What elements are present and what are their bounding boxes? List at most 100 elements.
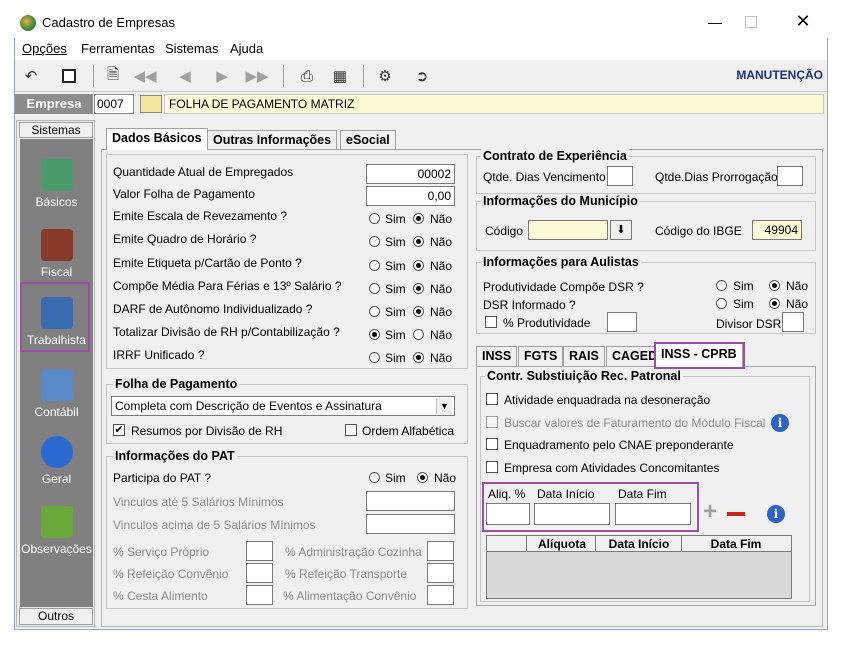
dados-row-nao-radio[interactable] <box>413 329 424 340</box>
buscar-faturamento-checkbox[interactable] <box>486 416 498 428</box>
cnae-checkbox[interactable] <box>486 438 498 450</box>
dados-row-nao-radio[interactable] <box>413 236 424 247</box>
grid-col-data-inicio[interactable]: Data Início <box>597 537 681 551</box>
print-icon[interactable]: ⎙ <box>297 66 317 86</box>
dados-row-sim-radio[interactable] <box>369 329 380 340</box>
perc-input[interactable] <box>607 312 637 332</box>
dados-row-sim-label: Sim <box>385 282 406 296</box>
resumos-checkbox[interactable]: ✔ <box>113 424 125 436</box>
admin-input[interactable] <box>427 541 454 561</box>
dsr-sim-radio[interactable] <box>716 280 727 291</box>
dados-row-nao-radio[interactable] <box>413 283 424 294</box>
desoneracao-checkbox[interactable] <box>486 393 498 405</box>
tab-dados-basicos[interactable]: Dados Básicos <box>106 128 208 150</box>
subtab-fgts[interactable]: FGTS <box>518 346 564 366</box>
dados-row-sim-radio[interactable] <box>369 213 380 224</box>
remove-icon[interactable] <box>727 512 745 516</box>
close-button[interactable]: ✕ <box>788 11 818 33</box>
menu-opcoes[interactable]: Opções <box>22 41 67 56</box>
sidebar: Sistemas Básicos Fiscal Trabalhista Cont… <box>16 120 95 627</box>
pat-nao-label: Não <box>434 471 457 485</box>
dados-row-nao-radio[interactable] <box>413 213 424 224</box>
sidebar-item-observacoes[interactable]: Observações <box>20 506 93 556</box>
report-icon[interactable]: ▦ <box>330 66 350 86</box>
add-icon[interactable]: + <box>703 500 717 524</box>
menu-sistemas[interactable]: Sistemas <box>165 41 218 56</box>
reftrans-input[interactable] <box>427 563 454 583</box>
sidebar-item-basicos[interactable]: Básicos <box>20 159 93 209</box>
vinc5p-input[interactable] <box>366 514 455 534</box>
grid-col-data-fim[interactable]: Data Fim <box>683 537 789 551</box>
data-fim-input[interactable] <box>615 503 691 525</box>
divisor-input[interactable] <box>782 312 804 332</box>
sidebar-item-geral[interactable]: Geral <box>20 436 93 486</box>
venc-input[interactable] <box>607 166 633 186</box>
divisor-label: Divisor DSR <box>716 317 782 331</box>
chevron-down-icon[interactable]: ▼ <box>436 398 452 414</box>
open-folder-icon[interactable] <box>140 95 162 113</box>
aliq-input[interactable] <box>486 503 530 525</box>
maximize-button[interactable] <box>745 16 757 28</box>
sidebar-footer[interactable]: Outros <box>19 608 93 625</box>
grid-col-aliquota[interactable]: Alíquota <box>529 537 595 551</box>
dsr-nao-radio[interactable] <box>769 280 780 291</box>
save-icon[interactable] <box>59 66 79 86</box>
subtab-rais[interactable]: RAIS <box>563 346 605 366</box>
dados-row-sim-radio[interactable] <box>369 306 380 317</box>
dados-row-nao-radio[interactable] <box>413 352 424 363</box>
codigo-input[interactable] <box>528 220 608 240</box>
refconv-input[interactable] <box>246 563 273 583</box>
prorr-input[interactable] <box>777 166 803 186</box>
sidebar-header[interactable]: Sistemas <box>19 122 93 138</box>
pat-sim-radio[interactable] <box>369 472 380 483</box>
menu-ajuda[interactable]: Ajuda <box>230 41 263 56</box>
servico-input[interactable] <box>246 541 273 561</box>
dsrinf-sim-radio[interactable] <box>716 298 727 309</box>
concomitantes-checkbox[interactable] <box>486 461 498 473</box>
ibge-input[interactable]: 49904 <box>752 220 802 240</box>
dados-row-sim-radio[interactable] <box>369 236 380 247</box>
cprb-title: Contr. Substiuição Rec. Patronal <box>485 369 683 383</box>
alimconv-input[interactable] <box>427 585 454 605</box>
next-record-icon[interactable]: ▶ <box>212 66 232 86</box>
undo-icon[interactable]: ↶ <box>21 66 41 86</box>
info-icon-2[interactable]: i <box>767 505 785 523</box>
prev-record-icon[interactable]: ◀ <box>175 66 195 86</box>
vinc5-input[interactable] <box>366 491 455 511</box>
data-inicio-input[interactable] <box>534 503 610 525</box>
cesta-input[interactable] <box>246 585 273 605</box>
dados-row-sim-radio[interactable] <box>369 283 380 294</box>
dados-row-nao-radio[interactable] <box>413 306 424 317</box>
pat-nao-radio[interactable] <box>417 472 428 483</box>
exit-icon[interactable]: ➲ <box>412 66 432 86</box>
preview-icon[interactable]: 🗎 <box>103 66 123 86</box>
tab-outras-informacoes[interactable]: Outras Informações <box>207 130 338 150</box>
dsr-nao-label: Não <box>786 279 809 293</box>
tools-icon[interactable]: ⚙ <box>375 66 395 86</box>
dados-row-sim-label: Sim <box>385 351 406 365</box>
aliquota-grid[interactable]: Alíquota Data Início Data Fim <box>486 535 792 599</box>
valor-folha-input[interactable]: 0,00 <box>366 186 455 206</box>
info-icon[interactable]: i <box>771 414 789 432</box>
empresa-code[interactable]: 0007 <box>94 94 134 114</box>
last-record-icon[interactable]: ▶▶ <box>245 66 268 86</box>
qtd-empregados-input[interactable]: 00002 <box>366 164 455 184</box>
dados-row-nao-radio[interactable] <box>413 260 424 271</box>
tab-esocial[interactable]: eSocial <box>340 130 396 150</box>
dados-row-sim-radio[interactable] <box>369 352 380 363</box>
first-record-icon[interactable]: ◀◀ <box>133 66 156 86</box>
folha-select[interactable]: Completa com Descrição de Eventos e Assi… <box>111 396 455 416</box>
ordem-checkbox[interactable] <box>345 424 357 436</box>
sidebar-item-contabil[interactable]: Contábil <box>20 369 93 419</box>
perc-checkbox[interactable] <box>485 316 497 328</box>
sidebar-item-fiscal[interactable]: Fiscal <box>20 229 93 279</box>
minimize-button[interactable]: — <box>700 12 730 34</box>
subtab-inss[interactable]: INSS <box>476 346 518 366</box>
dsrinf-nao-label: Não <box>786 297 809 311</box>
dados-row-sim-radio[interactable] <box>369 260 380 271</box>
menu-ferramentas[interactable]: Ferramentas <box>81 41 155 56</box>
pat-title: Informações do PAT <box>113 449 237 463</box>
perc-label: % Produtividade <box>503 316 591 330</box>
dsrinf-nao-radio[interactable] <box>769 298 780 309</box>
lookup-down-icon[interactable]: ⬇ <box>610 220 632 240</box>
